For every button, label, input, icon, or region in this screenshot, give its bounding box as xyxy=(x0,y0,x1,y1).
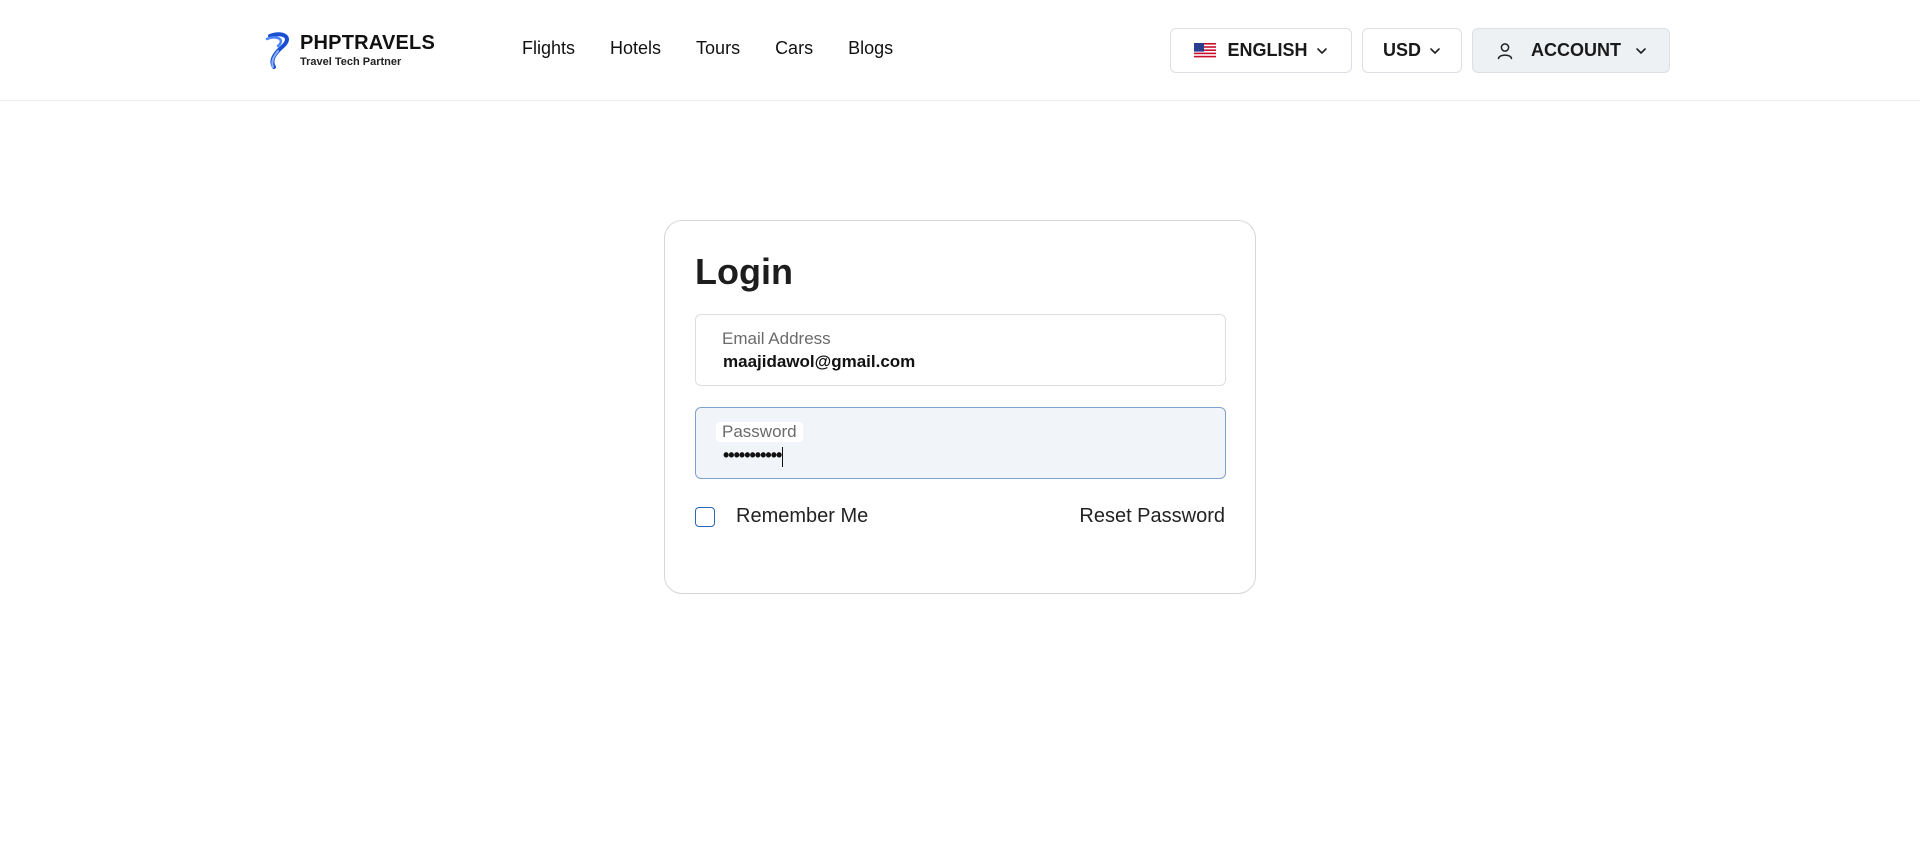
login-title: Login xyxy=(695,251,793,292)
logo-icon xyxy=(265,32,289,69)
logo-tagline: Travel Tech Partner xyxy=(300,55,402,68)
password-field[interactable]: Password ••••••••••• xyxy=(695,407,1226,479)
email-field[interactable]: Email Address maajidawol@gmail.com xyxy=(695,314,1226,386)
email-label: Email Address xyxy=(722,329,831,348)
currency-dropdown[interactable]: USD xyxy=(1362,28,1462,73)
reset-password-link[interactable]: Reset Password xyxy=(1079,505,1225,528)
site-header: PHPTRAVELS Travel Tech Partner Flights H… xyxy=(0,0,1920,101)
account-label: ACCOUNT xyxy=(1531,40,1621,60)
account-dropdown[interactable]: ACCOUNT xyxy=(1472,28,1670,73)
currency-label: USD xyxy=(1382,40,1421,60)
chevron-down-icon xyxy=(1430,47,1440,54)
password-input[interactable]: ••••••••••• xyxy=(723,445,1203,467)
text-caret xyxy=(782,446,784,467)
remember-checkbox[interactable] xyxy=(695,506,715,527)
login-card: Login Email Address maajidawol@gmail.com… xyxy=(664,220,1256,594)
nav-item-cars[interactable]: Cars xyxy=(775,38,813,59)
main-nav: Flights Hotels Tours Cars Blogs xyxy=(522,38,928,59)
chevron-down-icon xyxy=(1636,47,1646,54)
logo-name: PHPTRAVELS xyxy=(300,31,435,54)
chevron-down-icon xyxy=(1316,47,1327,54)
user-icon xyxy=(1497,42,1513,59)
remember-label: Remember Me xyxy=(736,505,869,527)
password-mask: ••••••••••• xyxy=(723,445,782,465)
nav-item-flights[interactable]: Flights xyxy=(522,38,575,59)
language-label: ENGLISH xyxy=(1227,40,1308,60)
nav-item-blogs[interactable]: Blogs xyxy=(848,38,893,59)
nav-item-hotels[interactable]: Hotels xyxy=(610,38,661,59)
logo[interactable]: PHPTRAVELS Travel Tech Partner xyxy=(264,30,435,70)
language-dropdown[interactable]: ENGLISH xyxy=(1170,28,1352,73)
password-label: Password xyxy=(716,422,803,442)
remember-me[interactable]: Remember Me xyxy=(695,505,868,528)
nav-item-tours[interactable]: Tours xyxy=(696,38,740,59)
us-flag-icon xyxy=(1194,42,1217,59)
logo-text: PHPTRAVELS Travel Tech Partner xyxy=(300,33,435,68)
email-input[interactable]: maajidawol@gmail.com xyxy=(723,352,1203,372)
